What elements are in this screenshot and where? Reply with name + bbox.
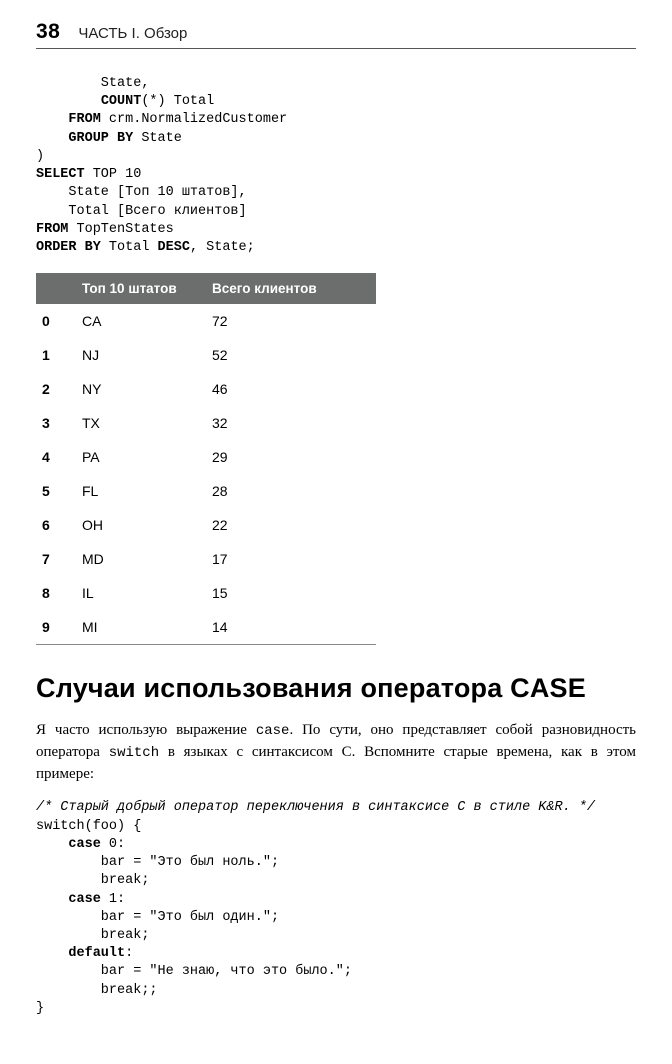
code-line: 0: [101,837,125,852]
code-line: ) [36,149,44,164]
code-keyword: case [68,837,100,852]
code-line: } [36,1001,44,1016]
code-keyword: default [68,946,125,961]
row-state: OH [76,508,206,542]
row-index: 0 [36,304,76,338]
code-line: switch(foo) { [36,819,141,834]
table-header-row: Топ 10 штатов Всего клиентов [36,273,376,304]
row-index: 8 [36,576,76,610]
inline-code: case [256,723,290,739]
code-line: bar = "Не знаю, что это было."; [36,964,352,979]
code-line: crm.NormalizedCustomer [101,112,287,127]
inline-code: switch [109,745,159,761]
row-index: 2 [36,372,76,406]
code-line: State, [36,76,149,91]
table-row: 2NY46 [36,372,376,406]
row-state: MD [76,542,206,576]
code-line [36,112,68,127]
c-code-block: /* Старый добрый оператор переключения в… [36,799,636,1018]
table-row: 0CA72 [36,304,376,338]
body-paragraph: Я часто использую выражение case. По сут… [36,720,636,785]
code-line: TOP 10 [85,167,142,182]
section-heading: Случаи использования оператора CASE [36,673,636,704]
code-keyword: GROUP BY [68,131,133,146]
code-line: 1: [101,892,125,907]
row-state: CA [76,304,206,338]
row-total: 72 [206,304,376,338]
header-section: ЧАСТЬ I. Обзор [78,25,187,42]
code-line: bar = "Это был ноль."; [36,855,279,870]
row-total: 14 [206,610,376,645]
table-row: 7MD17 [36,542,376,576]
row-state: NY [76,372,206,406]
text: Я часто использую выражение [36,722,256,738]
table-row: 5FL28 [36,474,376,508]
code-line: bar = "Это был один."; [36,910,279,925]
row-total: 17 [206,542,376,576]
page-number: 38 [36,20,60,44]
row-total: 15 [206,576,376,610]
results-table: Топ 10 штатов Всего клиентов 0CA721NJ522… [36,273,376,645]
table-header-state: Топ 10 штатов [76,273,206,304]
row-total: 46 [206,372,376,406]
row-state: IL [76,576,206,610]
table-header-index [36,273,76,304]
code-line: break;; [36,983,158,998]
table-body: 0CA721NJ522NY463TX324PA295FL286OH227MD17… [36,304,376,645]
code-keyword: SELECT [36,167,85,182]
row-state: MI [76,610,206,645]
code-keyword: FROM [36,222,68,237]
row-index: 5 [36,474,76,508]
row-total: 32 [206,406,376,440]
running-header: 38 ЧАСТЬ I. Обзор [36,20,636,49]
row-state: FL [76,474,206,508]
code-line: : [125,946,133,961]
row-index: 4 [36,440,76,474]
page: 38 ЧАСТЬ I. Обзор State, COUNT(*) Total … [0,0,672,1064]
row-index: 9 [36,610,76,645]
row-index: 7 [36,542,76,576]
row-state: NJ [76,338,206,372]
sql-code-block: State, COUNT(*) Total FROM crm.Normalize… [36,75,636,257]
table-row: 3TX32 [36,406,376,440]
row-index: 3 [36,406,76,440]
row-index: 6 [36,508,76,542]
code-line [36,837,68,852]
code-line [36,94,101,109]
row-state: PA [76,440,206,474]
code-line: , State; [190,240,255,255]
code-keyword: DESC [158,240,190,255]
code-line: (*) Total [141,94,214,109]
table-row: 4PA29 [36,440,376,474]
table-row: 6OH22 [36,508,376,542]
row-total: 52 [206,338,376,372]
code-keyword: ORDER BY [36,240,101,255]
code-keyword: FROM [68,112,100,127]
table-row: 9MI14 [36,610,376,645]
code-keyword: COUNT [101,94,142,109]
code-line: Total [Всего клиентов] [36,204,247,219]
code-line: Total [101,240,158,255]
row-total: 28 [206,474,376,508]
code-line: State [133,131,182,146]
code-line: break; [36,928,149,943]
table-row: 1NJ52 [36,338,376,372]
code-line: State [Топ 10 штатов], [36,185,247,200]
table-row: 8IL15 [36,576,376,610]
code-line [36,131,68,146]
code-comment: /* Старый добрый оператор переключения в… [36,800,595,815]
row-total: 22 [206,508,376,542]
code-line: break; [36,873,149,888]
row-state: TX [76,406,206,440]
code-line [36,946,68,961]
code-line [36,892,68,907]
row-index: 1 [36,338,76,372]
code-keyword: case [68,892,100,907]
code-line: TopTenStates [68,222,173,237]
row-total: 29 [206,440,376,474]
table-header-total: Всего клиентов [206,273,376,304]
